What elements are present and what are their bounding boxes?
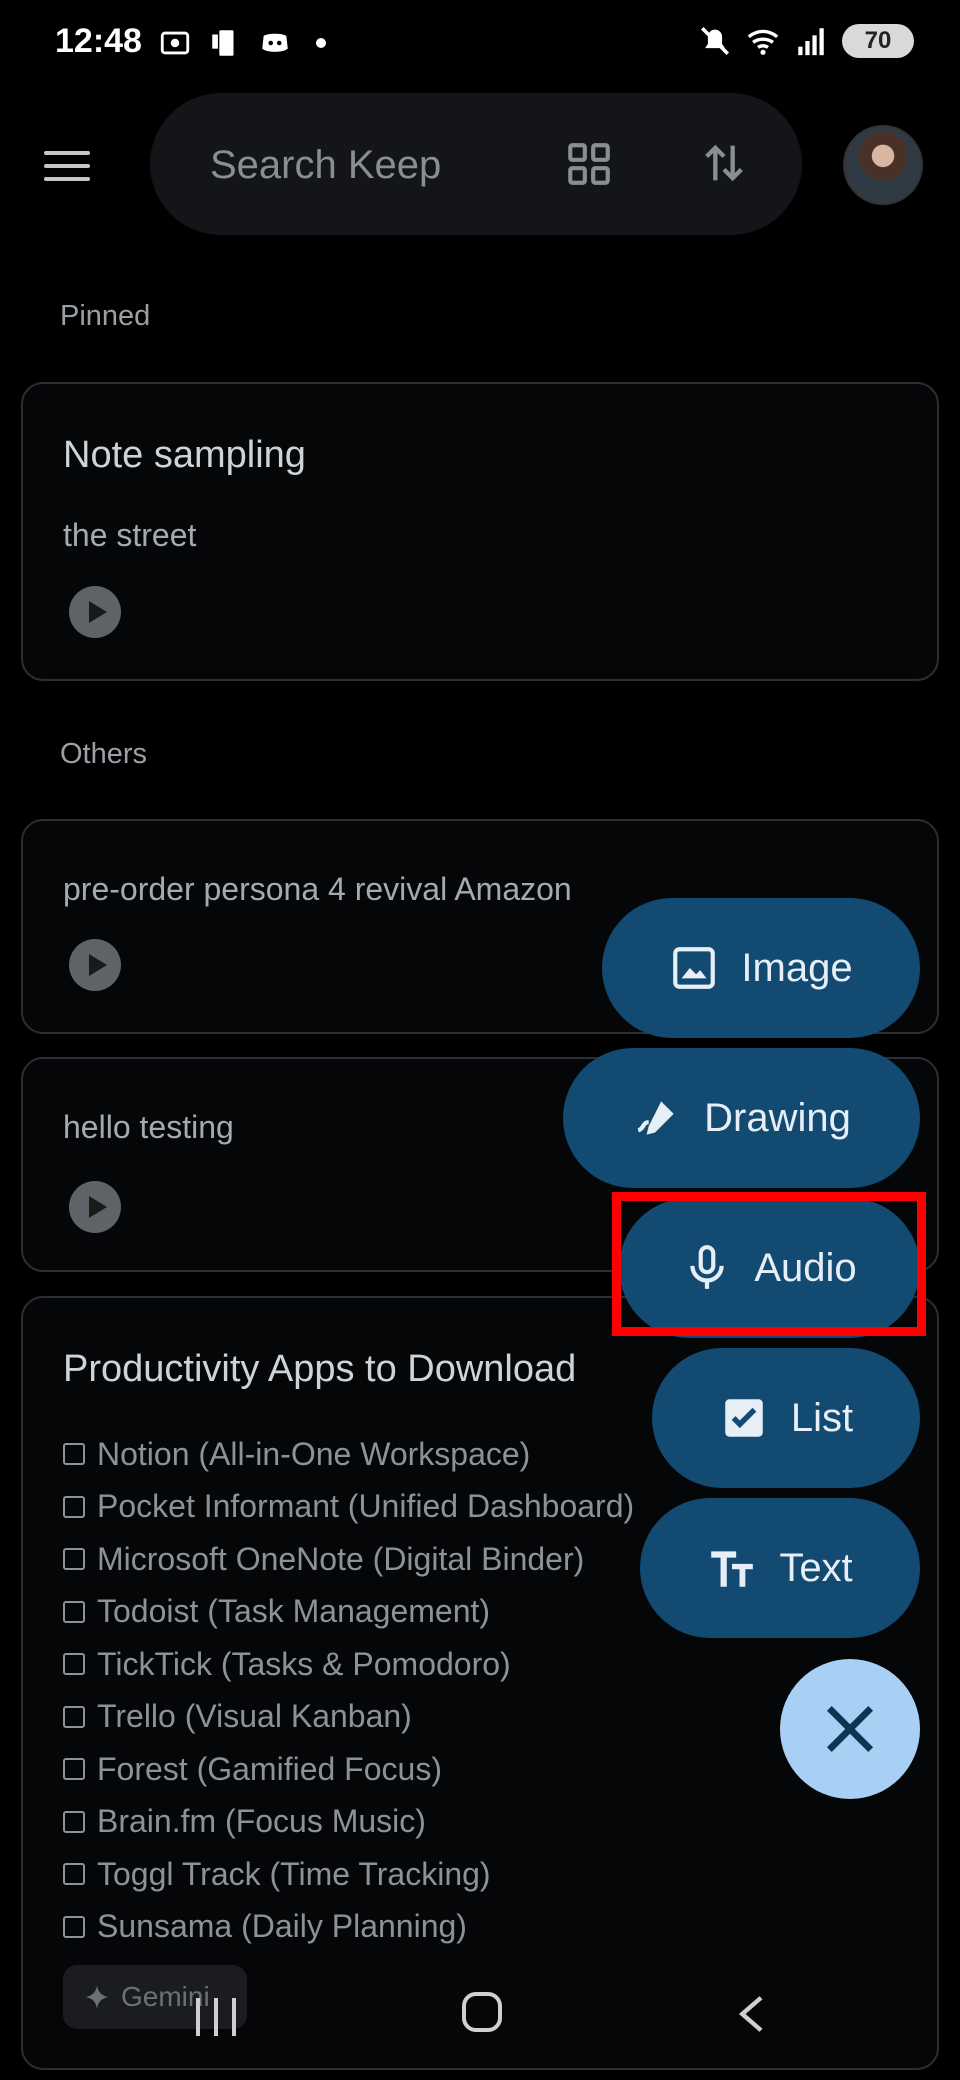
- mute-icon: [700, 26, 730, 56]
- fab-label: Image: [741, 945, 853, 990]
- navigation-bar: [0, 1990, 960, 2080]
- wifi-icon: [747, 29, 779, 55]
- list-item: Trello (Visual Kanban): [63, 1691, 634, 1744]
- note-text: hello testing: [63, 1109, 234, 1145]
- status-notification-icons: [158, 26, 326, 60]
- section-label-others: Others: [60, 738, 148, 770]
- checkbox[interactable]: [63, 1443, 85, 1466]
- list-item: Toggl Track (Time Tracking): [63, 1848, 634, 1901]
- notification-dot: [316, 38, 326, 48]
- checkbox[interactable]: [63, 1705, 85, 1728]
- status-system-icons: 70: [698, 24, 914, 58]
- battery-indicator: 70: [842, 24, 914, 58]
- list-item: Forest (Gamified Focus): [63, 1743, 634, 1796]
- checkbox[interactable]: [63, 1653, 85, 1676]
- close-fab-button[interactable]: [780, 1659, 920, 1799]
- status-bar: 12:48 70: [0, 0, 960, 92]
- play-icon[interactable]: [69, 939, 121, 991]
- new-list-note-button[interactable]: List: [652, 1348, 920, 1488]
- checklist: Notion (All-in-One Workspace) Pocket Inf…: [63, 1428, 634, 1953]
- list-item: Microsoft OneNote (Digital Binder): [63, 1533, 634, 1586]
- home-icon[interactable]: [462, 1992, 502, 2032]
- play-icon[interactable]: [69, 586, 121, 638]
- checkbox-icon: [725, 1399, 763, 1437]
- play-icon[interactable]: [69, 1181, 121, 1233]
- recents-icon[interactable]: [196, 1998, 236, 2036]
- list-item: Todoist (Task Management): [63, 1586, 634, 1639]
- search-placeholder[interactable]: Search Keep: [210, 143, 441, 188]
- new-drawing-note-button[interactable]: Drawing: [563, 1048, 920, 1188]
- checkbox[interactable]: [63, 1600, 85, 1623]
- grid-view-icon[interactable]: [564, 139, 614, 189]
- close-icon: [826, 1705, 874, 1753]
- phone-sync-icon: [212, 30, 234, 56]
- menu-icon[interactable]: [44, 140, 96, 192]
- checkbox[interactable]: [63, 1495, 85, 1518]
- note-title: Note sampling: [63, 434, 306, 476]
- section-label-pinned: Pinned: [60, 300, 151, 332]
- note-text: the street: [63, 517, 197, 553]
- list-item: Notion (All-in-One Workspace): [63, 1428, 634, 1481]
- checkbox[interactable]: [63, 1915, 85, 1938]
- avatar[interactable]: [843, 125, 923, 205]
- list-item: TickTick (Tasks & Pomodoro): [63, 1638, 634, 1691]
- checkbox[interactable]: [63, 1863, 85, 1886]
- search-bar[interactable]: Search Keep: [150, 93, 802, 235]
- new-image-note-button[interactable]: Image: [602, 898, 920, 1038]
- discord-icon: [262, 33, 288, 52]
- checkbox[interactable]: [63, 1758, 85, 1781]
- new-text-note-button[interactable]: Text: [640, 1498, 920, 1638]
- note-title: Productivity Apps to Download: [63, 1348, 577, 1390]
- checkbox[interactable]: [63, 1548, 85, 1571]
- brush-icon: [637, 1101, 674, 1135]
- screenshot-icon: [160, 31, 190, 55]
- list-item: Brain.fm (Focus Music): [63, 1796, 634, 1849]
- highlight-box: [612, 1192, 926, 1336]
- text-format-icon: [711, 1551, 754, 1587]
- battery-level: 70: [864, 27, 892, 54]
- back-icon[interactable]: [736, 1994, 766, 2034]
- fab-label: Drawing: [704, 1095, 851, 1140]
- note-text: pre-order persona 4 revival Amazon: [63, 871, 572, 907]
- list-item: Sunsama (Daily Planning): [63, 1901, 634, 1954]
- list-item: Pocket Informant (Unified Dashboard): [63, 1481, 634, 1534]
- fab-label: Text: [779, 1545, 853, 1590]
- checkbox[interactable]: [63, 1810, 85, 1833]
- image-icon: [673, 947, 716, 989]
- fab-label: List: [790, 1395, 854, 1440]
- note-card-pinned[interactable]: Note sampling the street: [21, 382, 939, 681]
- status-time: 12:48: [55, 22, 142, 60]
- sort-icon[interactable]: [698, 135, 750, 191]
- signal-icon: [798, 28, 824, 56]
